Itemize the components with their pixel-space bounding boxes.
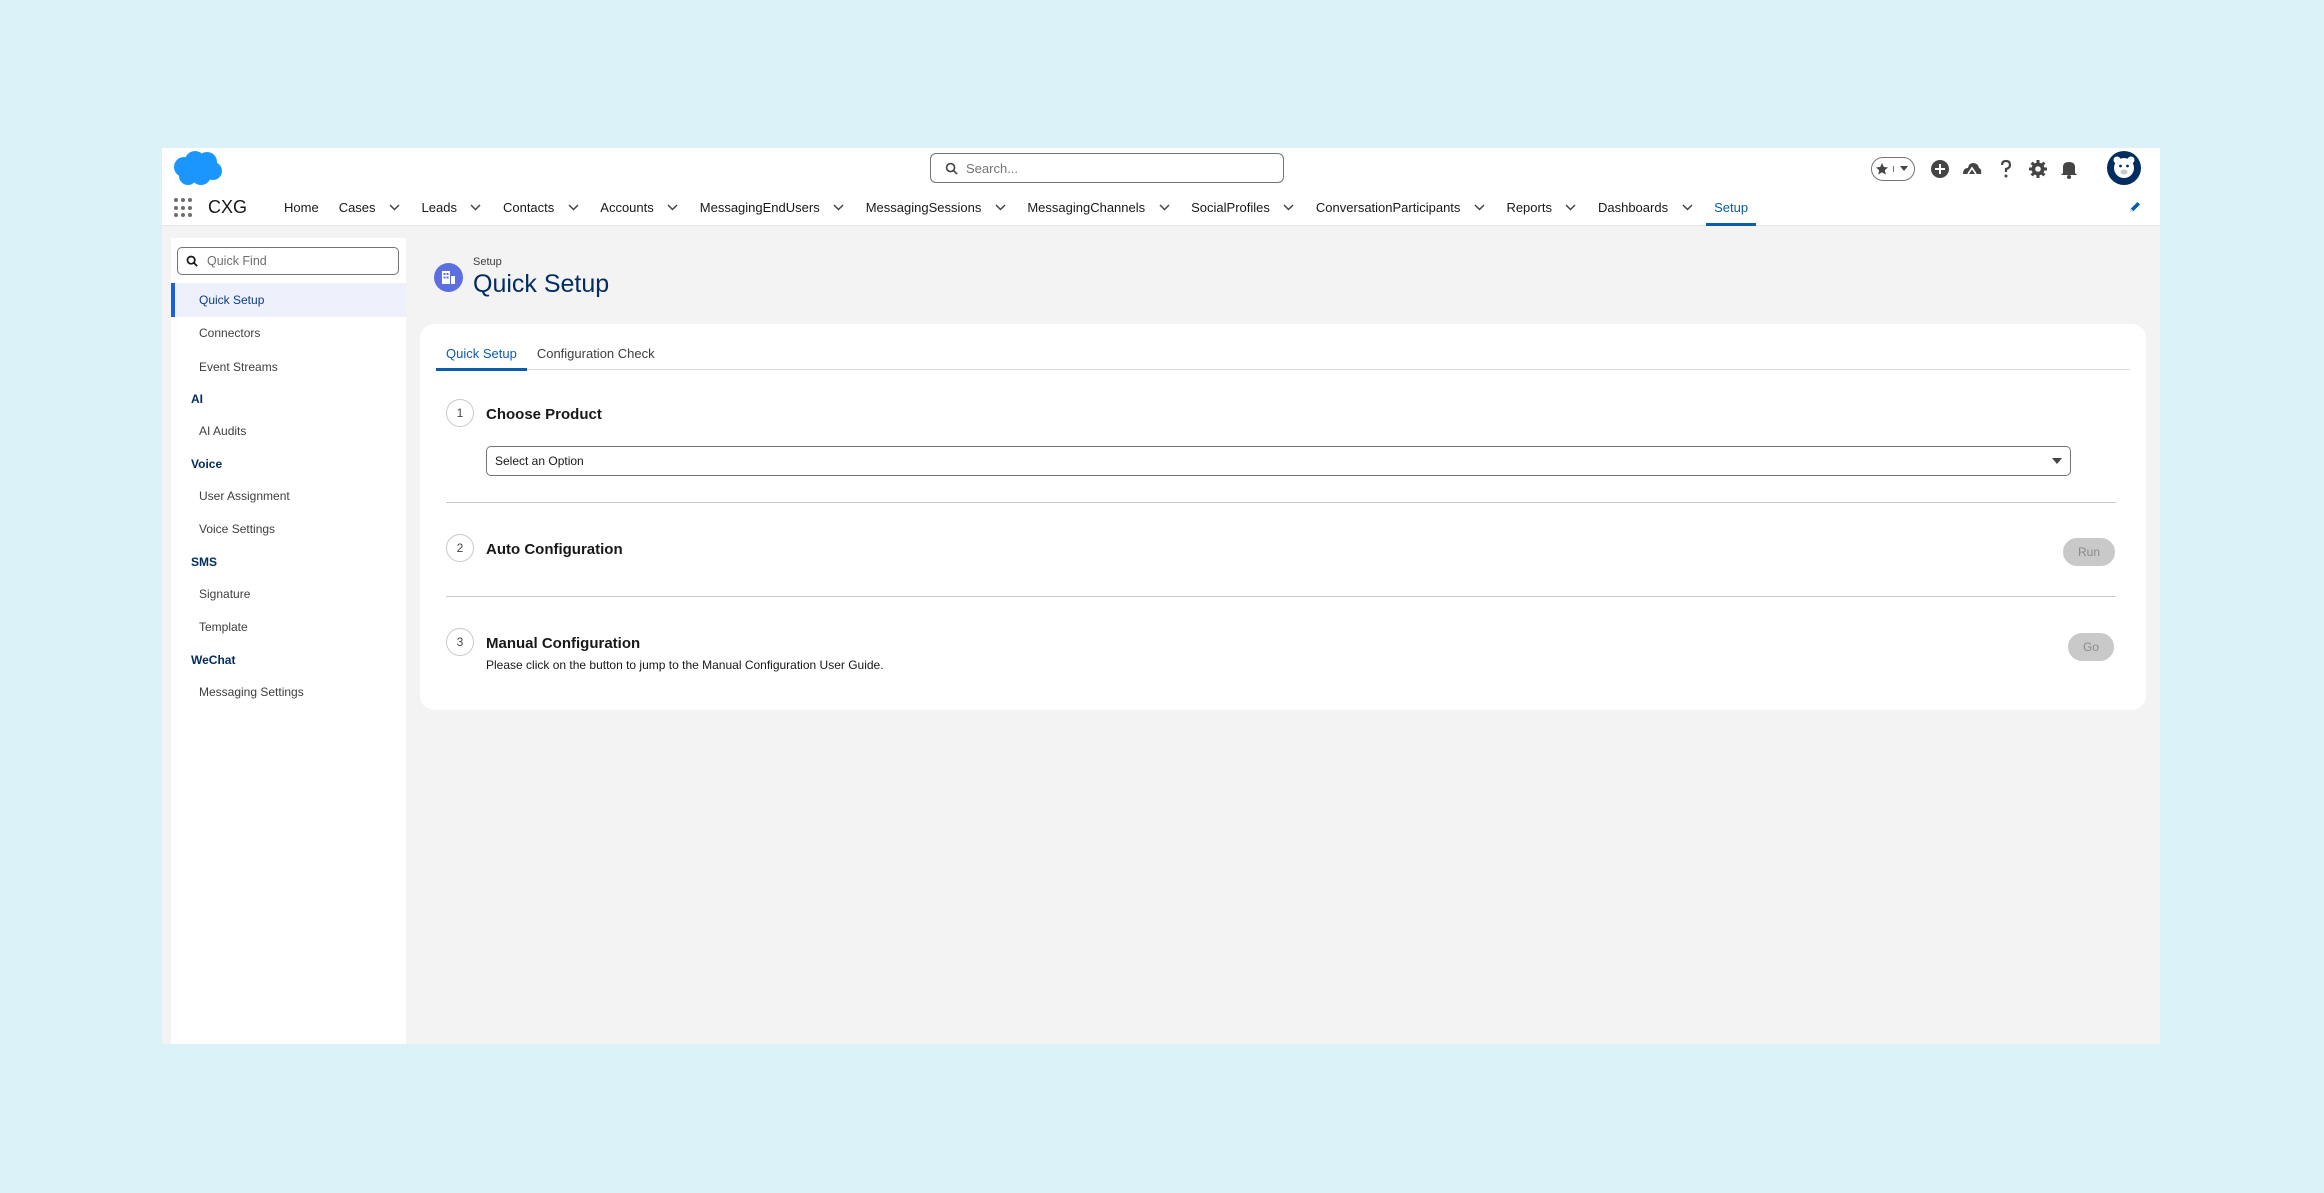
sidebar-item-event-streams[interactable]: Event Streams	[171, 350, 406, 384]
nav-item-reports[interactable]: Reports	[1496, 188, 1588, 226]
nav-item-label: Dashboards	[1597, 199, 1669, 215]
step-1-number: 1	[446, 399, 474, 427]
search-placeholder: Search...	[966, 160, 1019, 176]
nav-item-label: MessagingEndUsers	[699, 199, 820, 215]
search-icon	[945, 162, 958, 175]
chevron-down-icon[interactable]	[1564, 200, 1578, 214]
app-navigation-bar: CXG Home Cases Leads Contacts Accounts Messag…	[162, 188, 2160, 226]
nav-item-conversationparticipants[interactable]: ConversationParticipants	[1306, 188, 1497, 226]
select-value: Select an Option	[495, 454, 584, 468]
nav-item-label: Reports	[1506, 199, 1552, 215]
tab-quick-setup[interactable]: Quick Setup	[436, 336, 527, 371]
nav-item-socialprofiles[interactable]: SocialProfiles	[1181, 188, 1306, 226]
nav-item-messagingchannels[interactable]: MessagingChannels	[1017, 188, 1181, 226]
nav-item-label: Leads	[421, 199, 457, 215]
app-name: CXG	[208, 197, 248, 217]
trailhead-icon[interactable]	[1958, 155, 1986, 183]
nav-item-accounts[interactable]: Accounts	[590, 188, 689, 226]
step-3-title: Manual Configuration	[486, 635, 641, 652]
chevron-down-icon[interactable]	[1282, 200, 1296, 214]
quick-setup-page-icon	[434, 263, 463, 292]
nav-item-contacts[interactable]: Contacts	[493, 188, 590, 226]
search-icon	[186, 255, 198, 267]
sidebar-heading-voice: Voice	[191, 456, 223, 471]
step-2-number: 2	[446, 534, 474, 562]
nav-item-leads[interactable]: Leads	[412, 188, 493, 226]
sidebar-item-ai-audits[interactable]: AI Audits	[171, 415, 406, 449]
chevron-down-icon[interactable]	[832, 200, 846, 214]
sidebar-item-voice-settings[interactable]: Voice Settings	[171, 513, 406, 547]
breadcrumb: Setup	[473, 256, 502, 268]
favorites-star-icon[interactable]	[1872, 162, 1893, 176]
tab-bar: Quick Setup Configuration Check	[436, 336, 2130, 371]
quick-find-input[interactable]: Quick Find	[177, 247, 399, 275]
chevron-down-icon[interactable]	[388, 200, 402, 214]
nav-item-label: Setup	[1714, 199, 1749, 215]
chevron-down-icon[interactable]	[469, 200, 483, 214]
sidebar-item-signature[interactable]: Signature	[171, 577, 406, 611]
step-3-description: Please click on the button to jump to th…	[486, 658, 884, 672]
nav-item-home[interactable]: Home	[274, 188, 329, 226]
nav-item-label: Home	[284, 199, 319, 215]
nav-items: Home Cases Leads Contacts Accounts MessagingE…	[274, 188, 1758, 226]
nav-item-cases[interactable]: Cases	[329, 188, 412, 226]
nav-item-label: Cases	[338, 199, 376, 215]
nav-item-setup[interactable]: Setup	[1704, 188, 1758, 226]
global-search-input[interactable]: Search...	[930, 153, 1284, 183]
quick-setup-card: Quick Setup Configuration Check 1 Choose…	[420, 324, 2146, 710]
nav-item-label: ConversationParticipants	[1315, 199, 1461, 215]
chevron-down-icon	[2052, 458, 2062, 464]
nav-item-label: Contacts	[502, 199, 555, 215]
chevron-down-icon[interactable]	[1472, 200, 1486, 214]
sidebar-item-messaging-settings[interactable]: Messaging Settings	[171, 675, 406, 709]
sidebar-heading-wechat: WeChat	[191, 652, 236, 667]
step-2-title: Auto Configuration	[486, 541, 623, 558]
step-1-title: Choose Product	[486, 406, 602, 423]
notifications-bell-icon[interactable]	[2055, 155, 2083, 183]
chevron-down-icon[interactable]	[1680, 200, 1694, 214]
setup-gear-icon[interactable]	[2024, 155, 2052, 183]
app-launcher-icon[interactable]	[174, 198, 194, 218]
sidebar-item-connectors[interactable]: Connectors	[171, 317, 406, 351]
global-header: Search... CXG Home Cases Leads Contacts …	[162, 148, 2160, 226]
edit-nav-pencil-icon[interactable]	[2128, 200, 2142, 214]
nav-item-label: SocialProfiles	[1191, 199, 1270, 215]
sidebar-menu: Quick Setup Connectors Event Streams AI AI A…	[171, 283, 406, 709]
user-avatar[interactable]	[2107, 151, 2141, 185]
sidebar-heading-sms: SMS	[191, 554, 218, 569]
chevron-down-icon[interactable]	[666, 200, 680, 214]
setup-sidebar: Quick Find Quick Setup Connectors Event St…	[171, 238, 406, 1044]
step-divider	[446, 502, 2116, 503]
favorites-button-group[interactable]	[1871, 157, 1915, 181]
sidebar-item-user-assignment[interactable]: User Assignment	[171, 479, 406, 513]
salesforce-logo	[174, 151, 222, 185]
nav-item-messagingendusers[interactable]: MessagingEndUsers	[690, 188, 856, 226]
tab-configuration-check[interactable]: Configuration Check	[527, 336, 665, 370]
help-icon[interactable]	[1992, 155, 2020, 183]
choose-product-select[interactable]: Select an Option	[486, 446, 2071, 476]
nav-item-label: MessagingChannels	[1027, 199, 1146, 215]
sidebar-item-quick-setup[interactable]: Quick Setup	[171, 283, 406, 317]
quick-find-placeholder: Quick Find	[207, 254, 267, 268]
nav-item-messagingsessions[interactable]: MessagingSessions	[856, 188, 1018, 226]
go-button[interactable]: Go	[2068, 633, 2114, 661]
nav-item-label: Accounts	[600, 199, 654, 215]
chevron-down-icon[interactable]	[566, 200, 580, 214]
sidebar-item-template[interactable]: Template	[171, 611, 406, 645]
chevron-down-icon[interactable]	[993, 200, 1007, 214]
global-add-icon[interactable]	[1926, 155, 1954, 183]
step-divider	[446, 596, 2116, 597]
nav-item-dashboards[interactable]: Dashboards	[1588, 188, 1704, 226]
run-button[interactable]: Run	[2063, 538, 2115, 566]
page-title: Quick Setup	[473, 270, 610, 298]
nav-item-label: MessagingSessions	[865, 199, 982, 215]
app-window: Search... CXG Home Cases Leads Contacts …	[162, 148, 2160, 1044]
step-3-number: 3	[446, 628, 474, 656]
favorites-dropdown-icon[interactable]	[1892, 166, 1915, 172]
chevron-down-icon[interactable]	[1157, 200, 1171, 214]
sidebar-heading-ai: AI	[191, 392, 203, 406]
